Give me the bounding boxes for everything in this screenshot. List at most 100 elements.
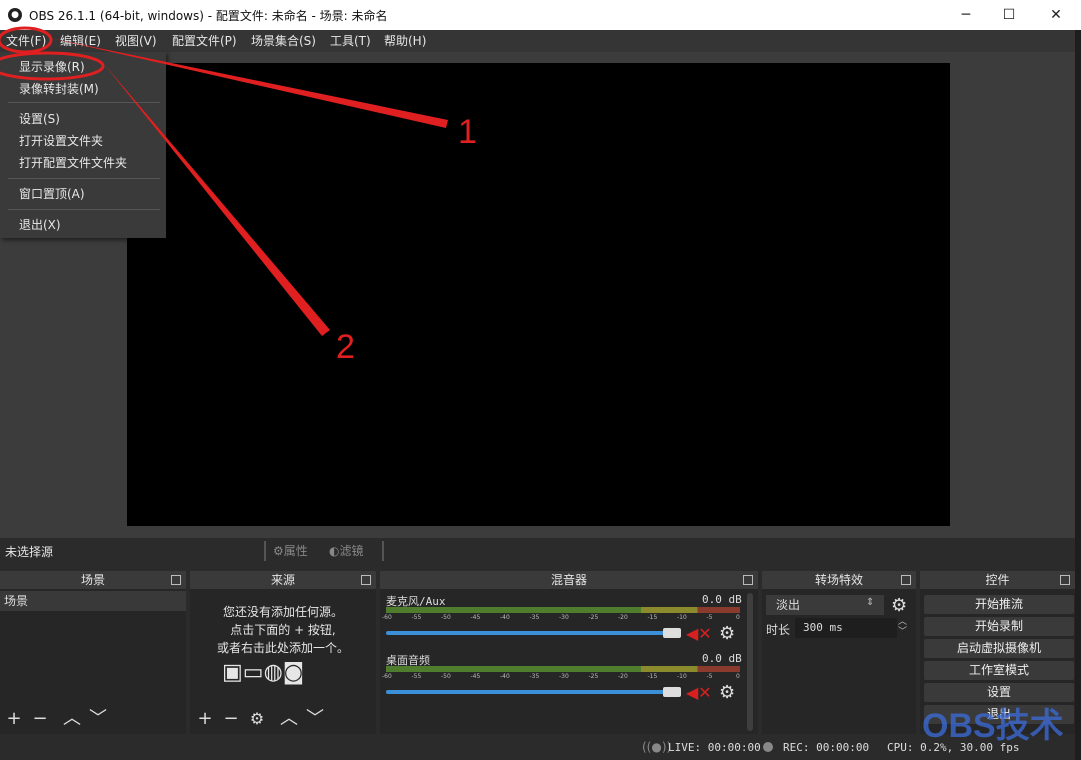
hint-line: 或者右击此处添加一个。 xyxy=(216,641,349,655)
transitions-dock: 转场特效 淡出 ⇕ ⚙ 时长 300 ms ︿ ﹀ xyxy=(762,571,916,734)
meter-tick-label: -50 xyxy=(441,614,451,621)
mixer-gear-icon[interactable]: ⚙ xyxy=(719,682,735,703)
meter-tick-label: -5 xyxy=(706,673,713,680)
rec-dot-icon xyxy=(763,742,773,752)
volume-slider-knob[interactable] xyxy=(663,687,681,697)
meter-tick-label: -30 xyxy=(559,614,569,621)
mixer-title-text: 混音器 xyxy=(550,573,587,587)
transitions-dock-title: 转场特效 xyxy=(762,571,916,589)
meter-tick-label: -20 xyxy=(618,614,628,621)
remove-scene-icon[interactable]: − xyxy=(30,710,50,728)
undock-icon[interactable] xyxy=(743,575,753,585)
undock-icon[interactable] xyxy=(901,575,911,585)
meter-tick-label: -50 xyxy=(441,673,451,680)
move-down-icon[interactable]: ﹀ xyxy=(88,710,108,728)
status-bar: ((●)) LIVE: 00:00:00 REC: 00:00:00 CPU: … xyxy=(0,736,1075,760)
select-arrows-icon: ⇕ xyxy=(866,597,875,608)
image-icon: ▣ xyxy=(222,660,243,685)
undock-icon[interactable] xyxy=(1060,575,1070,585)
studio-mode-button[interactable]: 工作室模式 xyxy=(924,661,1074,680)
meter-tick-label: -55 xyxy=(411,673,422,680)
mixer-track-level: 0.0 dB xyxy=(702,593,742,606)
meter-tick-label: -30 xyxy=(559,673,569,680)
meter-tick-label: -20 xyxy=(618,673,628,680)
meter-tick-label: -60 xyxy=(382,614,392,621)
sources-title-text: 来源 xyxy=(270,573,295,587)
controls-title-text: 控件 xyxy=(985,573,1010,587)
start-recording-button[interactable]: 开始录制 xyxy=(924,617,1074,636)
volume-slider-track[interactable] xyxy=(386,631,676,635)
controls-dock-title: 控件 xyxy=(920,571,1075,589)
hint-line: 点击下面的 + 按钮, xyxy=(230,623,336,637)
volume-slider-knob[interactable] xyxy=(663,628,681,638)
source-type-icons: ▣▭◍◙ xyxy=(222,659,346,687)
undock-icon[interactable] xyxy=(171,575,181,585)
meter-tick-label: -25 xyxy=(588,614,599,621)
start-streaming-button[interactable]: 开始推流 xyxy=(924,595,1074,614)
mixer-dock: 混音器 麦克风/Aux 0.0 dB -60 -55 -50 -45 -40 -35 -30… xyxy=(380,571,758,734)
properties-label: 属性 xyxy=(283,544,308,558)
empty-sources-hint[interactable]: 您还没有添加任何源。 点击下面的 + 按钮, 或者右击此处添加一个。 xyxy=(190,603,376,657)
no-source-label: 未选择源 xyxy=(5,545,54,559)
rec-timer: REC: 00:00:00 xyxy=(783,741,870,754)
camera-icon: ◙ xyxy=(282,660,305,685)
mixer-dock-title: 混音器 xyxy=(380,571,758,589)
mixer-gear-icon[interactable]: ⚙ xyxy=(719,623,735,644)
divider xyxy=(264,541,266,561)
move-down-icon[interactable]: ﹀ xyxy=(305,710,325,728)
annotation-number-2: 2 xyxy=(336,328,355,366)
move-up-icon[interactable]: ︿ xyxy=(62,710,82,728)
add-source-icon[interactable]: + xyxy=(195,710,215,728)
meter-tick-label: -10 xyxy=(677,614,687,621)
meter-tick-label: -5 xyxy=(706,614,713,621)
meter-tick-label: 0 xyxy=(736,673,740,680)
mute-speaker-icon[interactable]: ◀✕ xyxy=(686,683,712,702)
sources-dock-title: 来源 xyxy=(190,571,376,589)
divider xyxy=(382,541,384,561)
meter-tick-label: -25 xyxy=(588,673,599,680)
meter-tick-label: 0 xyxy=(736,614,740,621)
source-properties-gear-icon[interactable]: ⚙ xyxy=(247,710,267,728)
annotation-number-1: 1 xyxy=(458,113,477,151)
meter-tick-label: -15 xyxy=(647,614,658,621)
start-virtual-camera-button[interactable]: 启动虚拟摄像机 xyxy=(924,639,1074,658)
highlight-ellipse-file-menu xyxy=(0,26,53,54)
transition-gear-icon[interactable]: ⚙ xyxy=(891,595,907,616)
mixer-track-level: 0.0 dB xyxy=(702,652,742,665)
undock-icon[interactable] xyxy=(361,575,371,585)
volume-meter xyxy=(386,666,740,672)
source-toolbar: 未选择源 ⚙属性 ◐滤镜 xyxy=(0,538,1075,564)
meter-tick-label: -35 xyxy=(529,673,540,680)
properties-button[interactable]: ⚙属性 xyxy=(273,542,308,559)
duration-input[interactable]: 300 ms xyxy=(795,618,897,638)
duration-label: 时长 xyxy=(766,623,791,637)
meter-tick-label: -40 xyxy=(500,614,510,621)
scene-list-item[interactable]: 场景 xyxy=(0,591,186,611)
duration-spinner-icon[interactable]: ︿ ﹀ xyxy=(898,617,907,637)
meter-tick-label: -45 xyxy=(470,673,481,680)
filter-icon: ◐ xyxy=(329,544,340,558)
transitions-title-text: 转场特效 xyxy=(814,573,863,587)
annotation-arrow-2 xyxy=(104,64,330,336)
volume-slider-track[interactable] xyxy=(386,690,676,694)
remove-source-icon[interactable]: − xyxy=(221,710,241,728)
mute-speaker-icon[interactable]: ◀✕ xyxy=(686,624,712,643)
broadcast-icon: ((●)) xyxy=(642,740,672,754)
filters-label: 滤镜 xyxy=(339,544,364,558)
live-timer: LIVE: 00:00:00 xyxy=(668,741,761,754)
meter-tick-label: -35 xyxy=(529,614,540,621)
filters-button[interactable]: ◐滤镜 xyxy=(329,542,364,559)
meter-tick-label: -45 xyxy=(470,614,481,621)
monitor-icon: ▭ xyxy=(242,660,264,685)
meter-tick-label: -10 xyxy=(677,673,687,680)
meter-tick-label: -55 xyxy=(411,614,422,621)
annotation-arrow-1 xyxy=(50,38,448,128)
move-up-icon[interactable]: ︿ xyxy=(279,710,299,728)
gear-icon: ⚙ xyxy=(273,544,284,558)
scenes-dock-title: 场景 xyxy=(0,571,186,589)
meter-tick-label: -60 xyxy=(382,673,392,680)
add-scene-icon[interactable]: + xyxy=(4,710,24,728)
hint-line: 您还没有添加任何源。 xyxy=(222,605,343,619)
mixer-scrollbar[interactable] xyxy=(747,593,753,731)
scenes-title-text: 场景 xyxy=(80,573,105,587)
